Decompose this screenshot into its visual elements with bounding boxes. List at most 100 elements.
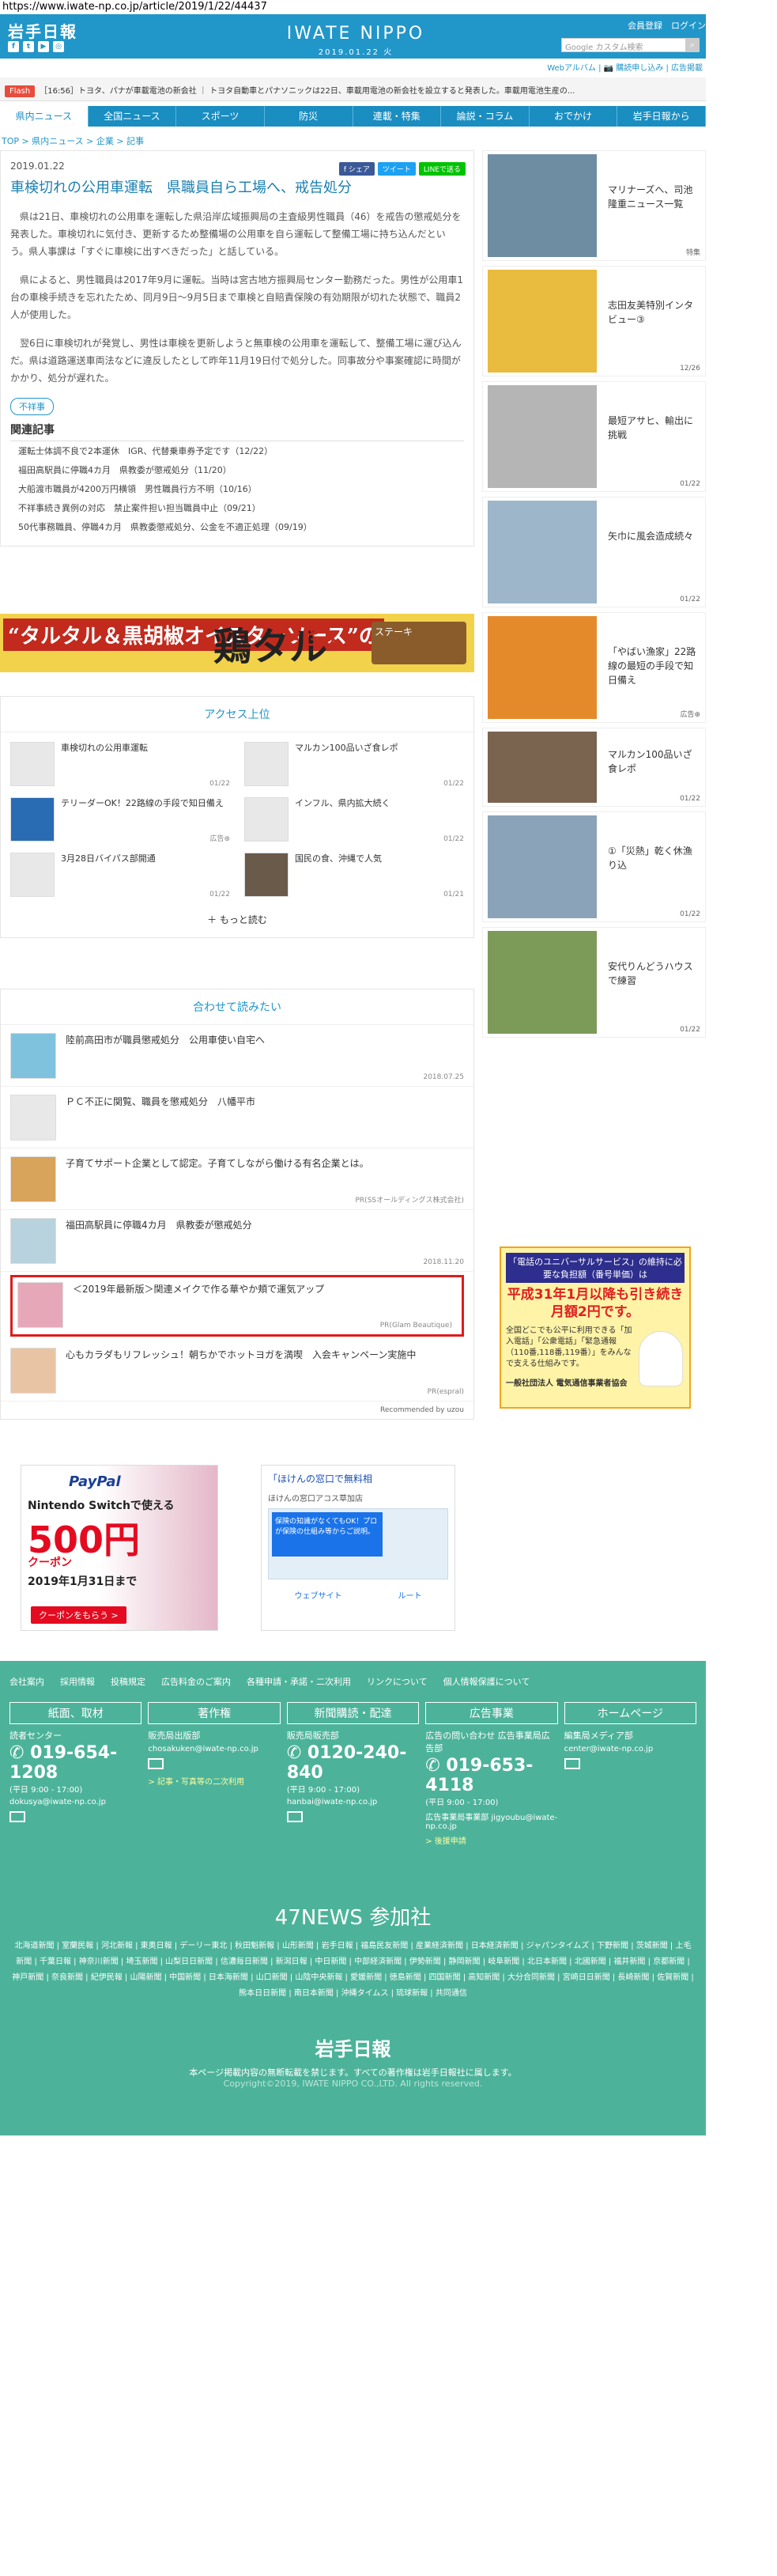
sidebar-item[interactable]: マリナーズへ、司池隆重ニュース一覧 特集 [482,150,706,261]
tweet-button[interactable]: ツイート [377,162,416,176]
youtube-icon[interactable]: ▶ [38,41,49,52]
footer-link[interactable]: > 記事・写真等の二次利用 [148,1775,280,1787]
sidebar-item[interactable]: 最短アサヒ、輸出に挑戦 01/22 [482,381,706,492]
footer-link[interactable]: 会社案内 [9,1675,44,1688]
sidebar-item[interactable]: 志田友美特別インタビュー③ 12/26 [482,266,706,376]
nav-item[interactable]: おでかけ [530,106,618,127]
breadcrumb[interactable]: TOP > 県内ニュース > 企業 > 記事 [0,131,145,150]
phone-number[interactable]: ✆ 019-654-1208 [9,1743,141,1783]
website-button[interactable]: ウェブサイト [295,1589,342,1601]
ranking-item[interactable]: インフル、県内拡大続く 01/22 [244,797,464,843]
twitter-icon[interactable]: t [23,41,34,52]
thumbnail [244,853,289,897]
email[interactable]: dokusya@iwate-np.co.jp [9,1798,141,1806]
mail-icon[interactable] [148,1758,164,1769]
ranking-item[interactable]: テリーダーOK！22路線の手段で知日備え 広告⊕ [10,797,230,843]
phone-number[interactable]: ✆ 0120-240-840 [287,1743,419,1783]
footer-link[interactable]: 投稿規定 [111,1675,145,1688]
item-title: 安代りんどうハウスで練習 [608,961,693,986]
footer-link[interactable]: 個人情報保護について [443,1675,530,1688]
thumbnail [10,742,55,786]
footer-link[interactable]: リンクについて [367,1675,428,1688]
ranking-item[interactable]: マルカン100品いざ食レポ 01/22 [244,742,464,788]
web-links[interactable]: Webアルバム | 📷 購読申し込み | 広告掲載 [522,59,706,75]
list-item[interactable]: 子育てサポート企業として認定。子育てしながら働ける有名企業とは。 PR(SSオール… [1,1148,473,1210]
paypal-ad[interactable]: PayPal Nintendo Switchで使える 500円 クーポン 201… [21,1465,218,1631]
list-item[interactable]: 陸前高田市が職員懲戒処分 公用車使い自宅へ 2018.07.25 [1,1025,473,1087]
footer-link[interactable]: 各種申請・承諾・二次利用 [247,1675,351,1688]
footer-logo[interactable]: 岩手日報 [0,2033,706,2061]
line-share-button[interactable]: LINEで送る [418,162,466,176]
thumbnail [488,931,597,1034]
list-item[interactable]: 心もカラダもリフレッシュ！朝ちかでホットヨガを満喫 入会キャンペーン実施中 PR(… [1,1340,473,1401]
nav-item[interactable]: 防災 [265,106,353,127]
ad-banner[interactable]: “タルタル＆黒胡椒オイスターソース”の 鶏タル ささみ ステーキ [0,614,474,672]
footer-link[interactable]: 採用情報 [60,1675,95,1688]
email[interactable]: 広告事業局事業部 jigyoubu@iwate-np.co.jp [425,1810,557,1831]
list-item[interactable]: ＰＣ不正に関覧、職員を懲戒処分 八幡平市 [1,1087,473,1148]
telecom-ad[interactable]: 「電話のユニバーサルサービス」の維持に必要な負担額（番号単価）は 平成31年1月… [500,1246,691,1409]
related-link[interactable]: 50代事務職員、停職4カ月 県教委懲戒処分、公金を不適正処理（09/19） [10,517,464,536]
related-link[interactable]: 運転士体調不良で2本運休 IGR、代替乗車券予定です（12/22） [10,441,464,460]
highlighted-ad-item[interactable]: ＜2019年最新版＞関連メイクで作る華やか頬で運気アップ PR(Glam Beau… [10,1275,464,1337]
search-icon[interactable]: ⌕ [685,38,700,52]
paragraph: 県によると、男性職員は2017年9月に運転。当時は宮古地方振興局センター勤務だっ… [10,274,463,320]
sidebar-item[interactable]: ①「災熱」乾く休漁り込 01/22 [482,811,706,922]
news-ticker[interactable]: Flash ［16:56］トヨタ、パナが車載電池の新会社 ｜ トヨタ自動車とパナソ… [0,78,706,101]
login-links[interactable]: 会員登録 ログイン [628,19,706,32]
sidebar-item[interactable]: 「やばい漁家」22路線の最短の手段で知日備え 広告⊕ [482,612,706,723]
related-link[interactable]: 大船渡市職員が4200万円横領 男性職員行方不明（10/16） [10,479,464,498]
instagram-icon[interactable]: ◎ [53,41,64,52]
related-link[interactable]: 不祥事続き異例の対応 禁止案件担い担当職員中止（09/21） [10,498,464,517]
footer-link[interactable]: > 後援申請 [425,1834,557,1846]
recommend-credit[interactable]: Recommended by uzou [1,1401,473,1419]
facebook-share-button[interactable]: f シェア [338,162,375,176]
sidebar-item[interactable]: マルカン100品いざ食レポ 01/22 [482,728,706,807]
ticker-text[interactable]: ［16:56］トヨタ、パナが車載電池の新会社 ｜ トヨタ自動車とパナソニックは2… [40,87,575,96]
email[interactable]: center@iwate-np.co.jp [564,1745,696,1753]
tag-badge[interactable]: 不祥事 [10,398,54,415]
nav-item[interactable]: 岩手日報から [617,106,706,127]
partner-list[interactable]: 北海道新聞 | 室蘭民報 | 河北新報 | 東奥日報 | デーリー東北 | 秋田… [0,1931,706,2010]
ranking-item[interactable]: 車検切れの公用車運転 01/22 [10,742,230,788]
item-date: 01/22 [209,780,230,788]
column-label: 読者センター [9,1731,62,1741]
footer-link[interactable]: 広告料金のご案内 [161,1675,231,1688]
route-button[interactable]: ルート [398,1589,422,1601]
browser-url[interactable]: https://www.iwate-np.co.jp/article/2019/… [0,0,777,14]
more-button[interactable]: ＋ もっと読む [1,908,473,937]
nav-item[interactable]: 連載・特集 [353,106,442,127]
ranking-item[interactable]: 3月28日バイパス部開通 01/22 [10,853,230,898]
mail-icon[interactable] [564,1758,580,1769]
phone-number[interactable]: ✆ 019-653-4118 [425,1756,557,1795]
item-title: 心もカラダもリフレッシュ！朝ちかでホットヨガを満喫 入会キャンペーン実施中 [66,1349,417,1360]
ranking-item[interactable]: 国民の食、沖縄で人気 01/21 [244,853,464,898]
ad-headline: 平成31年1月以降も引き続き月額2円です。 [507,1287,684,1320]
search-input[interactable]: Google カスタム検索 [561,38,700,52]
item-title: 最短アサヒ、輸出に挑戦 [608,415,694,441]
item-title: マルカン100品いざ食レポ [608,749,692,774]
nav-item[interactable]: 県内ニュース [0,106,89,127]
ad-text: クーポン [28,1557,72,1569]
paragraph: 翌6日に車検切れが発覚し、男性は車検を更新しようと無車検の公用車を運転して、整備… [10,338,462,384]
sidebar-item[interactable]: 矢巾に風会造成続々 01/22 [482,497,706,607]
footer-links: 会社案内 採用情報 投稿規定 広告料金のご案内 各種申請・承諾・二次利用 リンク… [0,1661,706,1702]
email[interactable]: hanbai@iwate-np.co.jp [287,1798,419,1806]
mail-icon[interactable] [9,1811,25,1822]
email[interactable]: chosakuken@iwate-np.co.jp [148,1745,280,1753]
facebook-icon[interactable]: f [8,41,19,52]
nav-item[interactable]: 論説・コラム [441,106,530,127]
item-date: PR(Glam Beautique) [379,1322,452,1330]
item-date: 01/22 [443,835,464,843]
item-date: 2018.11.20 [423,1258,464,1266]
nav-item[interactable]: スポーツ [176,106,265,127]
coupon-button[interactable]: クーポンをもらう > [31,1606,126,1624]
sidebar-item[interactable]: 安代りんどうハウスで練習 01/22 [482,927,706,1038]
related-link[interactable]: 福田高駅員に停職4カ月 県教委が懲戒処分（11/20） [10,460,464,479]
insurance-ad[interactable]: 「ほけんの窓口で無料相 ほけんの窓口アコス草加店 保険の知識がなくてもOK！プロ… [261,1465,455,1631]
mail-icon[interactable] [286,1811,303,1822]
item-title: 志田友美特別インタビュー③ [608,300,694,325]
site-logo[interactable]: 岩手日報 [8,19,77,42]
nav-item[interactable]: 全国ニュース [89,106,177,127]
list-item[interactable]: 福田高駅員に停職4カ月 県教委が懲戒処分 2018.11.20 [1,1210,473,1272]
